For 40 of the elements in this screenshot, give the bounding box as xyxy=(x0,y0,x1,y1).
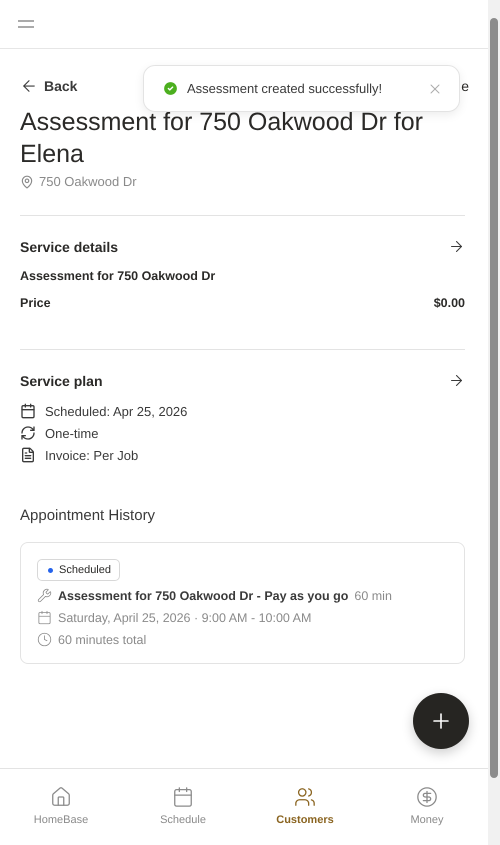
section-heading: Service details xyxy=(20,238,118,254)
toast-message: Assessment created successfully! xyxy=(187,81,384,96)
menu-icon[interactable] xyxy=(18,20,34,28)
check-icon xyxy=(162,80,179,97)
plan-detail: Invoice: Per Job xyxy=(45,448,138,462)
calendar-icon xyxy=(172,786,194,808)
address-text: 750 Oakwood Dr xyxy=(39,174,137,189)
duration-text: 60 min xyxy=(354,588,392,602)
people-icon xyxy=(294,786,316,808)
section-heading: Appointment History xyxy=(20,507,156,524)
arrow-right-icon[interactable] xyxy=(448,238,465,255)
status-text: Scheduled xyxy=(59,564,111,576)
nav-tab[interactable]: Customers xyxy=(244,769,366,845)
plan-detail: One-time xyxy=(45,426,98,440)
price-label: Price xyxy=(20,296,51,310)
dollar-icon xyxy=(416,786,438,808)
nav-tab[interactable]: HomeBase xyxy=(0,769,122,845)
appointment-title: Assessment for 750 Oakwood Dr - Pay as you go xyxy=(58,588,348,602)
scrollbar[interactable] xyxy=(488,0,500,845)
total-duration: 60 minutes total xyxy=(58,632,146,646)
appointment-card[interactable]: Scheduled Assessment for 750 Oakwood Dr - Pay as you go 60 min Saturday, April 25, 2026 · 9:00 AM - 10:00 AM 60 minutes total xyxy=(20,542,465,664)
calendar-icon xyxy=(20,403,36,419)
arrow-right-icon[interactable] xyxy=(448,372,465,389)
house-icon xyxy=(50,786,72,808)
section-heading: Service plan xyxy=(20,372,102,388)
nav-tab[interactable]: Money xyxy=(366,769,488,845)
nav-tab[interactable]: Schedule xyxy=(122,769,244,845)
price-value: $0.00 xyxy=(434,296,465,310)
refresh-icon xyxy=(20,425,36,441)
page-title: Assessment for 750 Oakwood Dr for Elena xyxy=(20,107,424,170)
location-icon xyxy=(20,174,34,188)
service-name: Assessment for 750 Oakwood Dr xyxy=(20,269,216,283)
appointment-time: Saturday, April 25, 2026 · 9:00 AM - 10:00 AM xyxy=(58,610,312,624)
clock-icon xyxy=(37,632,52,647)
back-link[interactable]: Back xyxy=(20,77,78,95)
document-icon xyxy=(20,447,36,463)
plan-detail: Scheduled: Apr 25, 2026 xyxy=(45,404,188,418)
calendar-icon xyxy=(37,610,52,625)
wrench-icon xyxy=(37,588,52,603)
header-action[interactable]: e xyxy=(461,78,469,94)
